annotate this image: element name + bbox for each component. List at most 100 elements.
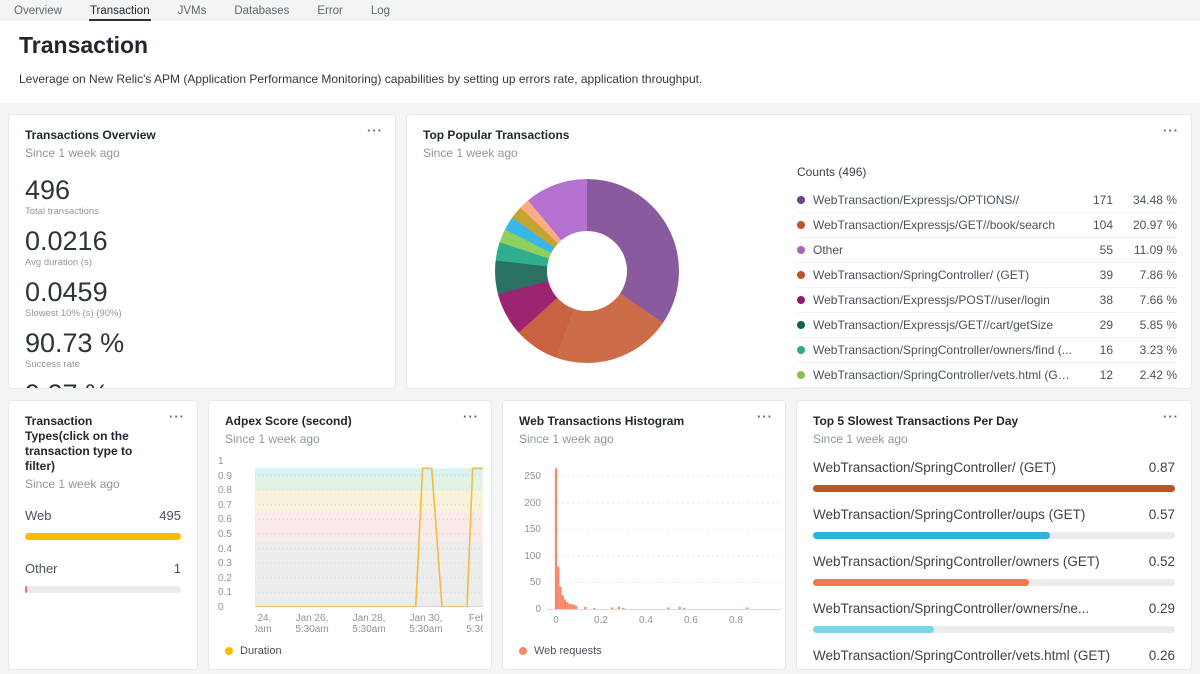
type-label-line: Other1: [25, 561, 181, 576]
type-value: 495: [159, 508, 181, 523]
y-axis-labels: 250200150100500: [515, 463, 541, 609]
page-description: Leverage on New Relic's APM (Application…: [19, 72, 1181, 86]
legend-count: 39: [1075, 268, 1113, 282]
legend-row[interactable]: WebTransaction/SpringController/vets.htm…: [797, 363, 1177, 388]
transaction-type-row[interactable]: Web495: [25, 508, 181, 540]
legend-row[interactable]: WebTransaction/SpringController/ (GET)39…: [797, 263, 1177, 288]
panel-menu-button[interactable]: ···: [169, 410, 185, 424]
slow-transaction-label-line: WebTransaction/SpringController/owners/n…: [813, 601, 1175, 616]
x-tick-label: Jan 26,5:30am: [295, 613, 328, 635]
legend-row[interactable]: Other5511.09 %: [797, 238, 1177, 263]
tab-jvms[interactable]: JVMs: [177, 0, 208, 21]
tab-databases[interactable]: Databases: [233, 0, 290, 21]
panel-menu-button[interactable]: ···: [1163, 124, 1179, 138]
stat-value: 496: [25, 175, 379, 205]
web-requests-legend-dot-icon: [519, 647, 527, 655]
tab-overview[interactable]: Overview: [13, 0, 63, 21]
panel-menu-button[interactable]: ···: [1163, 410, 1179, 424]
billboard-stats: 496Total transactions 0.0216Avg duration …: [25, 175, 379, 389]
legend-name: WebTransaction/SpringController/vets.htm…: [813, 368, 1075, 382]
y-tick-label: 150: [524, 524, 541, 535]
y-tick-label: 100: [524, 551, 541, 562]
legend-name: WebTransaction/Expressjs/GET//book/searc…: [813, 218, 1075, 232]
y-axis-labels: 10.90.80.70.60.50.40.30.20.10: [218, 461, 252, 607]
billboard-stat: 0.0459Slowest 10% (s) (90%): [25, 277, 379, 319]
legend-percent: 3.23 %: [1113, 343, 1177, 357]
duration-bar-track: [813, 579, 1175, 586]
tab-error[interactable]: Error: [316, 0, 344, 21]
stat-value: 9.27 %: [25, 379, 379, 389]
transaction-type-row[interactable]: Other1: [25, 561, 181, 593]
tab-log[interactable]: Log: [370, 0, 391, 21]
legend-name: WebTransaction/Expressjs/OPTIONS//: [813, 193, 1075, 207]
x-axis-labels: Jan 24,5:30amJan 26,5:30amJan 28,5:30amJ…: [255, 613, 483, 639]
legend-name: WebTransaction/Expressjs/POST//user/logi…: [813, 293, 1075, 307]
legend-count: 29: [1075, 318, 1113, 332]
panel-subtitle: Since 1 week ago: [25, 146, 379, 160]
legend-percent: 5.85 %: [1113, 318, 1177, 332]
legend-row[interactable]: WebTransaction/Expressjs/POST//user/logi…: [797, 288, 1177, 313]
slow-transaction-row: WebTransaction/SpringController/vets.htm…: [813, 648, 1175, 670]
stat-value: 0.0459: [25, 277, 379, 307]
panel-menu-button[interactable]: ···: [367, 124, 383, 138]
duration-bar-track: [813, 532, 1175, 539]
legend-count: 171: [1075, 193, 1113, 207]
slow-transaction-row: WebTransaction/SpringController/ (GET)0.…: [813, 460, 1175, 492]
type-label-line: Web495: [25, 508, 181, 523]
type-bar-fill: [25, 533, 181, 540]
legend-dot-icon: [797, 321, 805, 329]
slow-transaction-label-line: WebTransaction/SpringController/owners (…: [813, 554, 1175, 569]
duration-legend-dot-icon: [225, 647, 233, 655]
x-tick-label: 0.6: [684, 615, 698, 626]
legend-dot-icon: [797, 296, 805, 304]
slow-transaction-row: WebTransaction/SpringController/owners/n…: [813, 601, 1175, 633]
stat-label: Slowest 10% (s) (90%): [25, 308, 379, 319]
type-bar-fill: [25, 586, 27, 593]
y-tick-label: 0.2: [218, 573, 232, 584]
stat-value: 0.0216: [25, 226, 379, 256]
legend-label: Duration: [240, 645, 282, 657]
billboard-stat: 90.73 %Success rate: [25, 328, 379, 370]
tab-transaction[interactable]: Transaction: [89, 0, 151, 21]
legend-row[interactable]: WebTransaction/SpringController/owners/f…: [797, 338, 1177, 363]
legend-name: Other: [813, 243, 1075, 257]
transaction-name: WebTransaction/SpringController/oups (GE…: [813, 507, 1095, 522]
dashboard-grid: Transactions Overview Since 1 week ago ·…: [0, 103, 1200, 670]
transaction-types-panel: Transaction Types(click on the transacti…: [8, 400, 198, 670]
stat-label: Avg duration (s): [25, 257, 379, 268]
panel-title: Top 5 Slowest Transactions Per Day: [813, 414, 1175, 429]
y-tick-label: 0: [535, 604, 541, 615]
x-tick-label: Jan 30,5:30am: [409, 613, 442, 635]
panel-subtitle: Since 1 week ago: [813, 432, 1175, 446]
top-popular-transactions-panel: Top Popular Transactions Since 1 week ag…: [406, 114, 1192, 389]
duration-bar-track: [813, 485, 1175, 492]
y-tick-label: 0.3: [218, 558, 232, 569]
duration-bar-track: [813, 626, 1175, 633]
slow-transaction-label-line: WebTransaction/SpringController/oups (GE…: [813, 507, 1175, 522]
legend-percent: 20.97 %: [1113, 218, 1177, 232]
legend-percent: 7.86 %: [1113, 268, 1177, 282]
transaction-duration: 0.52: [1149, 554, 1175, 569]
stat-label: Total transactions: [25, 206, 379, 217]
top-tab-bar: Overview Transaction JVMs Databases Error Log: [0, 0, 1200, 21]
stat-label: Success rate: [25, 359, 379, 370]
transaction-name: WebTransaction/SpringController/ (GET): [813, 460, 1066, 475]
panel-title: Adpex Score (second): [225, 414, 475, 429]
legend-row[interactable]: WebTransaction/Expressjs/GET//book/searc…: [797, 213, 1177, 238]
legend-row[interactable]: WebTransaction/Expressjs/GET//cart/getSi…: [797, 313, 1177, 338]
y-tick-label: 0.6: [218, 514, 232, 525]
legend-percent: 11.09 %: [1113, 243, 1177, 257]
slow-transaction-row: WebTransaction/SpringController/oups (GE…: [813, 507, 1175, 539]
adpex-score-panel: Adpex Score (second) Since 1 week ago ··…: [208, 400, 492, 670]
y-tick-label: 0.1: [218, 587, 232, 598]
panel-menu-button[interactable]: ···: [463, 410, 479, 424]
legend-count: 16: [1075, 343, 1113, 357]
stat-value: 90.73 %: [25, 328, 379, 358]
donut-chart[interactable]: [495, 179, 679, 363]
panel-menu-button[interactable]: ···: [757, 410, 773, 424]
panel-subtitle: Since 1 week ago: [423, 146, 1175, 160]
legend-row[interactable]: WebTransaction/Expressjs/OPTIONS//17134.…: [797, 188, 1177, 213]
donut-legend: Counts (496) WebTransaction/Expressjs/OP…: [797, 165, 1177, 388]
chart-legend: Duration: [225, 645, 282, 657]
panel-title: Top Popular Transactions: [423, 128, 1175, 143]
